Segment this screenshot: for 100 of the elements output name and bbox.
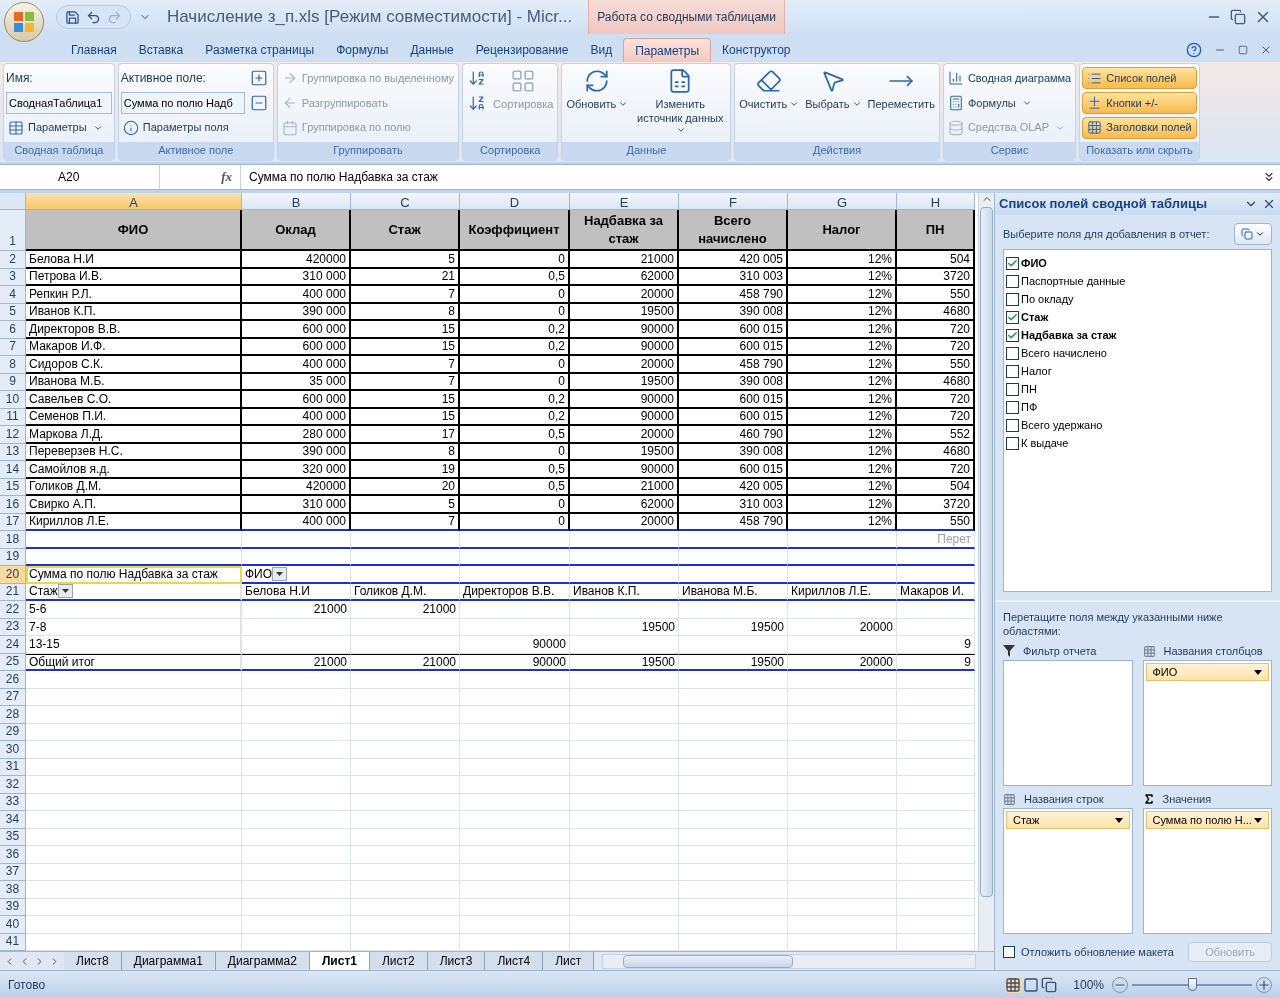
- ribbon-large-button[interactable]: Обновить: [564, 66, 631, 140]
- checkbox[interactable]: [1006, 400, 1019, 414]
- checkbox[interactable]: [1006, 256, 1019, 270]
- function-button[interactable]: fx: [160, 167, 240, 187]
- scrollbar-thumb[interactable]: [623, 954, 794, 968]
- ribbon-tab[interactable]: Параметры: [623, 38, 712, 62]
- vertical-scrollbar[interactable]: [978, 193, 994, 951]
- column-header[interactable]: F: [679, 193, 788, 210]
- formula-field[interactable]: Сумма по полю Надбавка за стаж: [240, 165, 1258, 189]
- sheet-tab[interactable]: Диаграмма2: [215, 951, 310, 971]
- checkbox[interactable]: [1006, 382, 1019, 396]
- row-number[interactable]: 6: [0, 321, 26, 339]
- close-icon[interactable]: [1262, 197, 1276, 211]
- ribbon-button[interactable]: Сводная диаграмма: [945, 67, 1074, 90]
- ribbon-large-button[interactable]: Изменить источник данных: [632, 66, 729, 140]
- row-number[interactable]: 2: [0, 251, 26, 269]
- zoom-slider[interactable]: [1132, 977, 1252, 992]
- row-number[interactable]: 26: [0, 671, 26, 689]
- help-icon[interactable]: [1186, 42, 1202, 58]
- sheet-tab[interactable]: Лист1: [309, 951, 370, 971]
- ribbon-tab[interactable]: Формулы: [325, 38, 400, 62]
- row-number[interactable]: 36: [0, 846, 26, 864]
- toggle-button[interactable]: Список полей: [1082, 67, 1197, 90]
- page-break-icon[interactable]: [1041, 976, 1058, 993]
- field-chip[interactable]: Стаж: [1006, 811, 1130, 829]
- name-box[interactable]: A20: [0, 165, 160, 189]
- row-number[interactable]: 12: [0, 426, 26, 444]
- sheet-tab[interactable]: Лист4: [485, 951, 544, 971]
- ribbon-button[interactable]: Параметры поля: [120, 116, 245, 139]
- checkbox[interactable]: [1006, 292, 1019, 306]
- sheet-tab[interactable]: Лист8: [64, 951, 122, 971]
- ribbon-button[interactable]: Параметры: [6, 116, 112, 139]
- scrollbar-thumb[interactable]: [980, 207, 993, 897]
- ribbon-tab[interactable]: Главная: [60, 38, 128, 62]
- checkbox[interactable]: [1006, 436, 1019, 450]
- field-chip[interactable]: ФИО: [1145, 663, 1269, 681]
- checkbox[interactable]: [1006, 364, 1019, 378]
- row-number[interactable]: 4: [0, 286, 26, 304]
- row-number[interactable]: 40: [0, 916, 26, 934]
- normal-view-icon[interactable]: [1005, 976, 1022, 993]
- ribbon-tab[interactable]: Рецензирование: [464, 38, 580, 62]
- row-number[interactable]: 28: [0, 706, 26, 724]
- save-icon[interactable]: [65, 9, 80, 25]
- column-header[interactable]: H: [897, 193, 975, 210]
- row-number[interactable]: 10: [0, 391, 26, 409]
- horizontal-scrollbar[interactable]: [602, 953, 976, 969]
- close-icon[interactable]: [1260, 44, 1272, 56]
- drop-area[interactable]: Стаж: [1003, 808, 1133, 934]
- field-chip[interactable]: Сумма по полю Н...: [1145, 811, 1269, 829]
- toggle-button[interactable]: Заголовки полей: [1082, 116, 1197, 139]
- sheet-tab[interactable]: Лист2: [369, 951, 428, 971]
- restore-icon[interactable]: [1230, 9, 1246, 25]
- name-field[interactable]: СводнаяТаблица1: [6, 92, 112, 114]
- row-number[interactable]: 38: [0, 881, 26, 899]
- checkbox[interactable]: [1003, 946, 1015, 958]
- restore-icon[interactable]: [1238, 45, 1248, 55]
- column-header[interactable]: B: [242, 193, 351, 210]
- row-number[interactable]: 22: [0, 601, 26, 619]
- filter-dropdown-button[interactable]: [57, 584, 73, 599]
- sheet-tab[interactable]: Лист3: [427, 951, 486, 971]
- ribbon-tab[interactable]: Конструктор: [711, 38, 802, 62]
- filter-dropdown-button[interactable]: [272, 566, 288, 581]
- ribbon-tab[interactable]: Данные: [399, 38, 465, 62]
- undo-icon[interactable]: [86, 9, 101, 25]
- checkbox[interactable]: [1006, 328, 1019, 342]
- row-number[interactable]: 18: [0, 531, 26, 549]
- drop-area[interactable]: ФИО: [1142, 660, 1272, 786]
- row-number[interactable]: 20: [0, 566, 26, 584]
- row-number[interactable]: 32: [0, 776, 26, 794]
- column-header[interactable]: C: [351, 193, 460, 210]
- row-number[interactable]: 24: [0, 636, 26, 654]
- sheet-tab[interactable]: Лист: [543, 951, 595, 971]
- row-number[interactable]: 1: [0, 210, 26, 251]
- ribbon-tab[interactable]: Разметка страницы: [194, 38, 326, 62]
- row-number[interactable]: 34: [0, 811, 26, 829]
- expand-icon[interactable]: [1262, 170, 1276, 184]
- row-number[interactable]: 14: [0, 461, 26, 479]
- slider-thumb[interactable]: [1188, 978, 1197, 991]
- ribbon-tab[interactable]: Вид: [579, 38, 624, 62]
- row-number[interactable]: 16: [0, 496, 26, 514]
- checkbox[interactable]: [1006, 274, 1019, 288]
- checkbox[interactable]: [1006, 346, 1019, 360]
- drop-area[interactable]: Сумма по полю Н...: [1142, 808, 1272, 934]
- checkbox[interactable]: [1006, 418, 1019, 432]
- ribbon-large-button[interactable]: Выбрать: [803, 66, 864, 140]
- toggle-button[interactable]: Кнопки +/-: [1082, 92, 1197, 114]
- sheet-tab[interactable]: Диаграмма1: [121, 951, 216, 971]
- ribbon-large-button[interactable]: Очистить: [737, 66, 802, 140]
- column-header[interactable]: G: [788, 193, 897, 210]
- column-header[interactable]: D: [460, 193, 570, 210]
- checkbox[interactable]: [1006, 310, 1019, 324]
- row-number[interactable]: 30: [0, 741, 26, 759]
- page-layout-icon[interactable]: [1023, 976, 1040, 993]
- name-field[interactable]: Сумма по полю Надб: [120, 92, 245, 114]
- row-number[interactable]: 8: [0, 356, 26, 374]
- ribbon-tab[interactable]: Вставка: [127, 38, 195, 62]
- column-header[interactable]: E: [570, 193, 679, 210]
- ribbon-button[interactable]: Формулы: [945, 92, 1074, 114]
- ribbon-large-button[interactable]: Переместить: [865, 66, 937, 140]
- office-button[interactable]: [4, 2, 44, 42]
